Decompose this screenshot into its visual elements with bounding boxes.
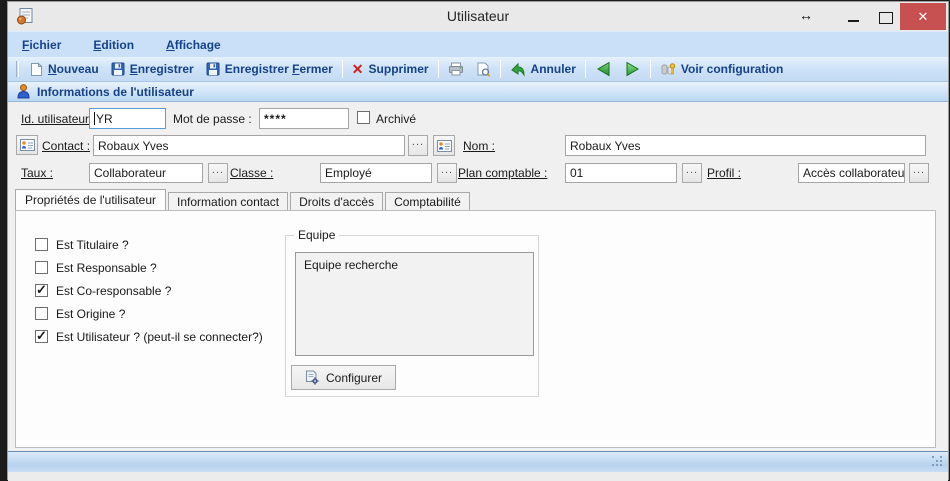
maximize-button[interactable] bbox=[872, 4, 898, 30]
mot-de-passe-label: Mot de passe : bbox=[173, 112, 252, 126]
print-preview-button[interactable] bbox=[470, 58, 497, 80]
est-co-responsable-checkbox[interactable] bbox=[35, 284, 48, 297]
id-utilisateur-label: Id. utilisateur bbox=[21, 112, 89, 126]
toolbar-separator bbox=[342, 60, 343, 78]
application-window: Utilisateur ↔ ✕ Fichier Edition Affichag… bbox=[7, 1, 949, 480]
plan-comptable-browse-button[interactable]: ... bbox=[682, 163, 702, 183]
toolbar-grip bbox=[16, 61, 19, 77]
configure-gear-icon bbox=[305, 370, 320, 385]
classe-label: Classe : bbox=[230, 166, 273, 180]
enregistrer-fermer-button[interactable]: Enregistrer Fermer bbox=[200, 58, 339, 80]
contact-browse-button[interactable]: ... bbox=[408, 135, 428, 156]
menu-bar: Fichier Edition Affichage bbox=[8, 31, 948, 57]
toolbar-separator bbox=[585, 60, 586, 78]
tab-strip: Propriétés de l'utilisateur Information … bbox=[15, 189, 472, 210]
est-responsable-label: Est Responsable ? bbox=[56, 261, 157, 275]
menu-fichier[interactable]: Fichier bbox=[22, 38, 75, 52]
title-bar[interactable]: Utilisateur ↔ ✕ bbox=[8, 2, 948, 31]
id-utilisateur-input[interactable]: YR bbox=[89, 108, 166, 129]
delete-x-icon: ✕ bbox=[352, 62, 364, 76]
next-button[interactable] bbox=[618, 58, 647, 80]
est-titulaire-label: Est Titulaire ? bbox=[56, 238, 129, 252]
profil-label: Profil : bbox=[707, 166, 741, 180]
contact-open-button[interactable] bbox=[433, 135, 455, 156]
print-preview-icon bbox=[476, 62, 491, 77]
equipe-listbox[interactable]: Equipe recherche bbox=[295, 252, 534, 356]
list-item[interactable]: Equipe recherche bbox=[296, 253, 533, 272]
new-document-icon bbox=[30, 62, 43, 77]
tab-droits-acces[interactable]: Droits d'accès bbox=[290, 192, 383, 210]
voir-configuration-button[interactable]: Voir configuration bbox=[654, 58, 789, 80]
contact-card-button[interactable] bbox=[16, 135, 38, 155]
configuration-icon bbox=[660, 62, 676, 77]
toolbar-separator bbox=[438, 60, 439, 78]
previous-arrow-icon bbox=[595, 61, 612, 77]
user-icon bbox=[17, 84, 30, 99]
toolbar-separator bbox=[650, 60, 651, 78]
text-caret bbox=[94, 112, 95, 125]
est-utilisateur-checkbox[interactable] bbox=[35, 330, 48, 343]
info-header-title: Informations de l'utilisateur bbox=[37, 85, 194, 99]
window-bottom-border bbox=[8, 472, 948, 481]
save-close-floppy-icon bbox=[206, 62, 220, 76]
mot-de-passe-input[interactable]: **** bbox=[259, 108, 349, 129]
configurer-button[interactable]: Configurer bbox=[291, 365, 396, 390]
taux-label: Taux : bbox=[21, 166, 53, 180]
nom-label: Nom : bbox=[463, 139, 495, 153]
annuler-button[interactable]: Annuler bbox=[504, 58, 582, 80]
profil-input[interactable]: Accès collaborateur bbox=[798, 163, 905, 183]
est-origine-label: Est Origine ? bbox=[56, 307, 125, 321]
form-area: Id. utilisateur YR Mot de passe : **** A… bbox=[8, 102, 948, 189]
printer-icon bbox=[448, 62, 464, 76]
classe-browse-button[interactable]: ... bbox=[437, 163, 457, 183]
est-titulaire-checkbox[interactable] bbox=[35, 238, 48, 251]
tab-proprietes-utilisateur[interactable]: Propriétés de l'utilisateur bbox=[15, 189, 166, 210]
contact-label: Contact : bbox=[42, 139, 90, 153]
save-floppy-icon bbox=[111, 62, 125, 76]
plan-comptable-input[interactable]: 01 bbox=[565, 163, 677, 183]
status-bar bbox=[8, 451, 948, 472]
archive-label: Archivé bbox=[376, 112, 416, 126]
taux-input[interactable]: Collaborateur bbox=[89, 163, 203, 183]
tab-information-contact[interactable]: Information contact bbox=[168, 192, 288, 210]
plan-comptable-label: Plan comptable : bbox=[458, 166, 547, 180]
enregistrer-button[interactable]: Enregistrer bbox=[105, 58, 200, 80]
menu-edition[interactable]: Edition bbox=[93, 38, 148, 52]
resize-grip[interactable] bbox=[932, 456, 944, 468]
minimize-button[interactable] bbox=[841, 4, 867, 30]
equipe-group-label: Equipe bbox=[294, 228, 339, 242]
contact-input[interactable]: Robaux Yves bbox=[93, 135, 405, 156]
menu-affichage[interactable]: Affichage bbox=[166, 38, 235, 52]
print-button[interactable] bbox=[442, 58, 470, 80]
equipe-groupbox: Equipe Equipe recherche bbox=[285, 235, 539, 397]
info-header-bar: Informations de l'utilisateur bbox=[8, 82, 948, 102]
close-button[interactable]: ✕ bbox=[900, 3, 946, 30]
contact-card-icon bbox=[20, 139, 35, 151]
contact-card-icon bbox=[437, 140, 452, 152]
configurer-button-label: Configurer bbox=[326, 371, 382, 385]
tab-comptabilite[interactable]: Comptabilité bbox=[385, 192, 470, 210]
nouveau-button[interactable]: Nouveau bbox=[24, 58, 105, 80]
archive-checkbox[interactable] bbox=[357, 111, 370, 124]
nom-input[interactable]: Robaux Yves bbox=[565, 135, 926, 156]
profil-browse-button[interactable]: ... bbox=[909, 163, 929, 183]
est-co-responsable-label: Est Co-responsable ? bbox=[56, 284, 171, 298]
previous-button[interactable] bbox=[589, 58, 618, 80]
resize-icon[interactable]: ↔ bbox=[796, 7, 816, 23]
classe-input[interactable]: Employé bbox=[320, 163, 432, 183]
next-arrow-icon bbox=[624, 61, 641, 77]
est-origine-checkbox[interactable] bbox=[35, 307, 48, 320]
toolbar: Nouveau Enregistrer bbox=[8, 57, 948, 82]
toolbar-separator bbox=[500, 60, 501, 78]
undo-arrow-icon bbox=[510, 62, 526, 77]
est-utilisateur-label: Est Utilisateur ? (peut-il se connecter?… bbox=[56, 330, 263, 344]
est-responsable-checkbox[interactable] bbox=[35, 261, 48, 274]
tab-panel-proprietes: Est Titulaire ? Est Responsable ? Est Co… bbox=[15, 210, 936, 448]
taux-browse-button[interactable]: ... bbox=[208, 163, 228, 183]
supprimer-button[interactable]: ✕ Supprimer bbox=[346, 58, 435, 80]
